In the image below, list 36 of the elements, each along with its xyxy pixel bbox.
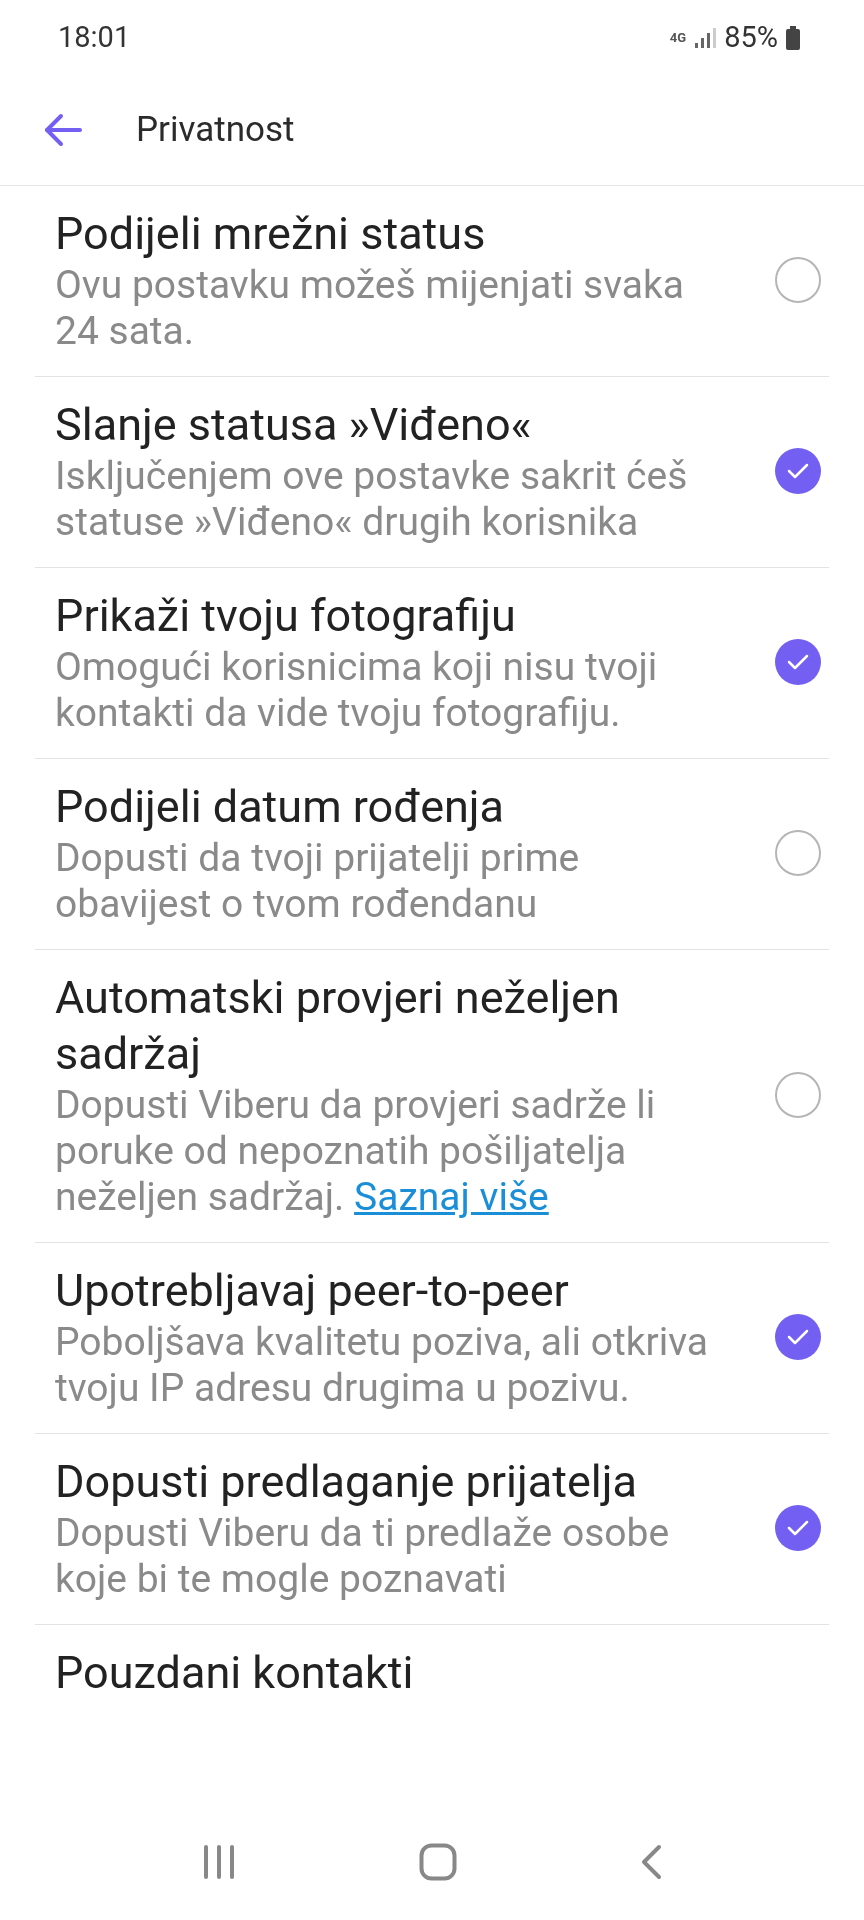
checkbox[interactable] bbox=[775, 1314, 821, 1360]
setting-description: Dopusti Viberu da provjeri sadrže li poruke od nepoznatih pošiljatelja neželjen sadržaj. Saznaj više bbox=[55, 1082, 657, 1220]
setting-title: Slanje statusa »Viđeno« bbox=[55, 397, 533, 453]
setting-title: Upotrebljavaj peer-to-peer bbox=[55, 1263, 570, 1319]
setting-description: Isključenjem ove postavke sakrit ćeš statuse »Viđeno« drugih korisnika bbox=[55, 453, 689, 545]
checkmark-icon bbox=[786, 1519, 810, 1537]
checkbox[interactable] bbox=[775, 257, 821, 303]
checkbox[interactable] bbox=[775, 1072, 821, 1118]
checkmark-icon bbox=[786, 462, 810, 480]
setting-title: Dopusti predlaganje prijatelja bbox=[55, 1454, 638, 1510]
signal-icon bbox=[694, 26, 717, 49]
checkbox[interactable] bbox=[775, 1505, 821, 1551]
setting-description: Dopusti da tvoji prijatelji prime obavijest o tvom rođendanu bbox=[55, 835, 581, 927]
network-type: 4G bbox=[669, 31, 687, 44]
checkmark-icon bbox=[786, 1328, 810, 1346]
checkmark-icon bbox=[786, 653, 810, 671]
back-icon[interactable] bbox=[640, 1844, 663, 1880]
setting-title: Pouzdani kontakti bbox=[55, 1645, 415, 1701]
home-icon[interactable] bbox=[419, 1843, 457, 1881]
setting-title: Prikaži tvoju fotografiju bbox=[55, 588, 517, 644]
setting-title: Podijeli mrežni status bbox=[55, 206, 487, 262]
setting-description: Omogući korisnicima koji nisu tvoji kontakti da vide tvoju fotografiju. bbox=[55, 644, 659, 736]
checkbox[interactable] bbox=[775, 639, 821, 685]
checkbox[interactable] bbox=[775, 830, 821, 876]
recent-apps-icon[interactable] bbox=[201, 1844, 236, 1880]
clock: 18:01 bbox=[58, 18, 131, 56]
checkbox[interactable] bbox=[775, 448, 821, 494]
battery-level: 85% bbox=[724, 18, 778, 56]
learn-more-link[interactable]: Saznaj više bbox=[354, 1174, 549, 1220]
setting-description: Dopusti Viberu da ti predlaže osobe koje bi te mogle poznavati bbox=[55, 1510, 671, 1602]
setting-title: Automatski provjeri neželjen sadržaj bbox=[55, 970, 621, 1082]
page-title: Privatnost bbox=[136, 107, 295, 152]
setting-description: Poboljšava kvalitetu poziva, ali otkriva tvoju IP adresu drugima u pozivu. bbox=[55, 1319, 709, 1411]
setting-title: Podijeli datum rođenja bbox=[55, 779, 506, 835]
battery-icon bbox=[786, 25, 800, 50]
setting-description: Ovu postavku možeš mijenjati svaka 24 sata. bbox=[55, 262, 685, 354]
